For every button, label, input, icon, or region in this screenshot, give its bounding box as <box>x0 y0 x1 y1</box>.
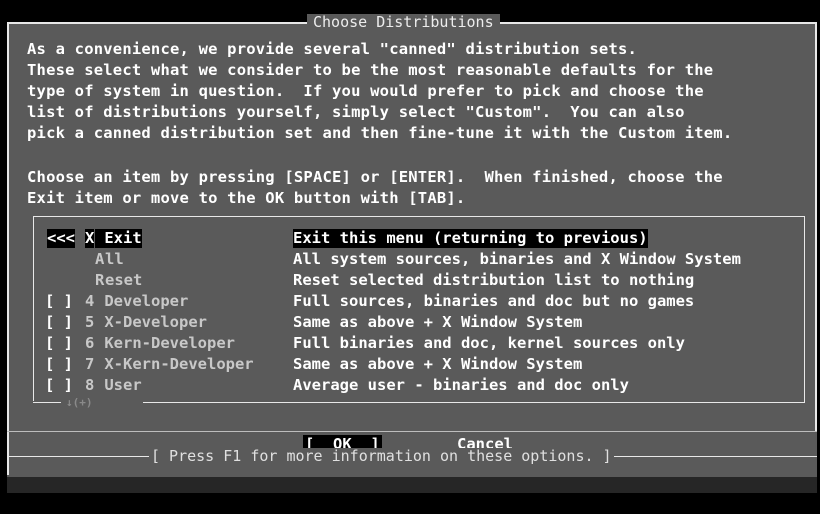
list-item-all[interactable]: A ll All system sources, binaries and X … <box>33 250 793 269</box>
item-label: eset <box>105 271 143 289</box>
bottom-status-bar <box>7 477 817 493</box>
item-label: ll <box>105 250 124 268</box>
list-item-developer[interactable]: [ ] 4 Developer Full sources, binaries a… <box>33 292 793 311</box>
item-description: Same as above + X Window System <box>293 355 583 373</box>
dialog-title: Choose Distributions <box>307 14 500 30</box>
item-description: Exit this menu (returning to previous) <box>293 229 648 248</box>
item-hotkey: A <box>95 250 105 268</box>
item-description: Full sources, binaries and doc but no ga… <box>293 292 695 310</box>
item-description: All system sources, binaries and X Windo… <box>293 250 741 268</box>
choose-distributions-dialog: Choose Distributions As a convenience, w… <box>7 14 817 477</box>
list-border-top <box>33 216 805 217</box>
scroll-more-indicator[interactable]: ↓(+) <box>66 397 93 409</box>
item-label: User <box>95 376 142 394</box>
item-hotkey: 4 <box>85 292 95 310</box>
intro-line-4: list of distributions yourself, simply s… <box>27 103 685 121</box>
list-item-x-developer[interactable]: [ ] 5 X-Developer Same as above + X Wind… <box>33 313 793 332</box>
help-hint: [ Press F1 for more information on these… <box>149 447 614 465</box>
instructions-line-2: Exit item or move to the OK button with … <box>27 189 466 207</box>
item-label: X-Kern-Developer <box>95 355 254 373</box>
distribution-list: <<< X Exit Exit this menu (returning to … <box>33 216 805 429</box>
selection-marker: <<< <box>47 229 75 248</box>
item-description: Same as above + X Window System <box>293 313 583 331</box>
checkbox[interactable]: [ ] <box>45 334 73 353</box>
list-border-bottom-left <box>33 402 61 403</box>
list-item-user[interactable]: [ ] 8 User Average user - binaries and d… <box>33 376 793 395</box>
list-item-kern-developer[interactable]: [ ] 6 Kern-Developer Full binaries and d… <box>33 334 793 353</box>
dialog-border-right <box>815 22 817 431</box>
instructions-line-1: Choose an item by pressing [SPACE] or [E… <box>27 168 723 186</box>
item-hotkey: 7 <box>85 355 95 373</box>
item-description: Average user - binaries and doc only <box>293 376 629 394</box>
button-separator <box>7 431 817 432</box>
intro-line-5: pick a canned distribution set and then … <box>27 124 733 142</box>
item-hotkey: 8 <box>85 376 95 394</box>
list-item-x-kern-developer[interactable]: [ ] 7 X-Kern-Developer Same as above + X… <box>33 355 793 374</box>
list-border-right <box>804 216 805 403</box>
item-description: Full binaries and doc, kernel sources on… <box>293 334 685 352</box>
list-item-reset[interactable]: R eset Reset selected distribution list … <box>33 271 793 290</box>
item-label: X-Developer <box>95 313 207 331</box>
checkbox[interactable]: [ ] <box>45 313 73 332</box>
checkbox[interactable]: [ ] <box>45 355 73 374</box>
item-description: Reset selected distribution list to noth… <box>293 271 695 289</box>
checkbox[interactable]: [ ] <box>45 376 73 395</box>
intro-line-2: These select what we consider to be the … <box>27 61 714 79</box>
item-hotkey: 5 <box>85 313 95 331</box>
item-hotkey: 6 <box>85 334 95 352</box>
checkbox[interactable]: [ ] <box>45 292 73 311</box>
item-hotkey: X <box>85 229 95 248</box>
list-border-bottom-right <box>143 402 805 403</box>
item-label: Exit <box>95 229 142 248</box>
list-item-exit[interactable]: <<< X Exit Exit this menu (returning to … <box>33 229 793 248</box>
item-label: Developer <box>95 292 189 310</box>
dialog-border-left <box>7 22 9 475</box>
item-label: Kern-Developer <box>95 334 235 352</box>
intro-line-1: As a convenience, we provide several "ca… <box>27 40 638 58</box>
intro-line-3: type of system in question. If you would… <box>27 82 704 100</box>
item-hotkey: R <box>95 271 105 289</box>
